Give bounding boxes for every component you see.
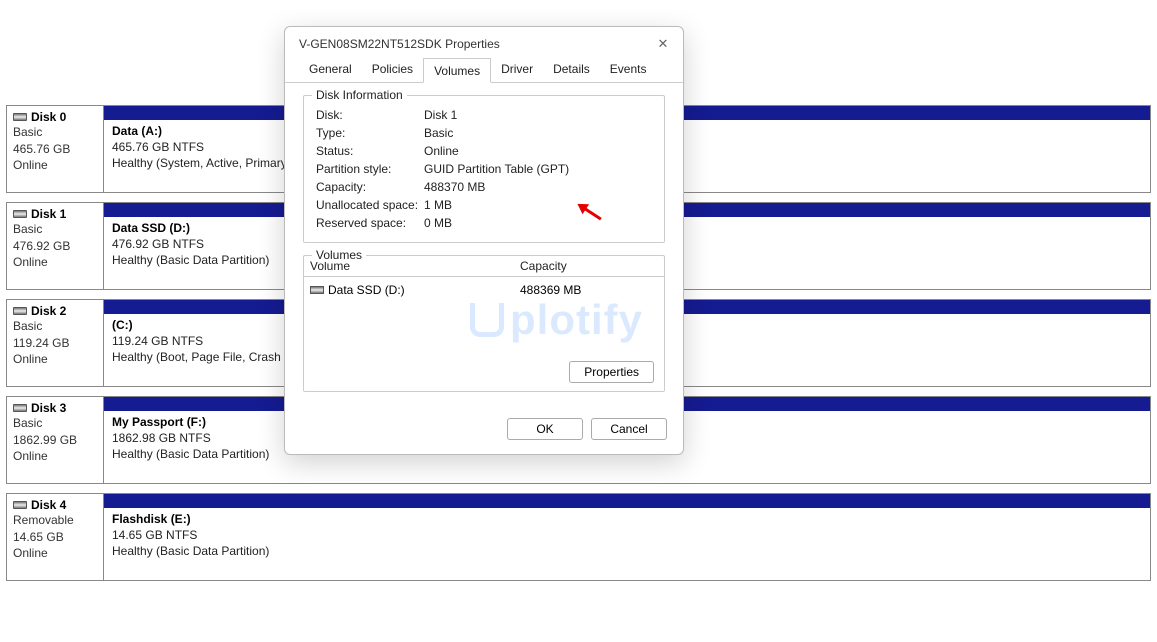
volume-name: Flashdisk (E:) xyxy=(112,512,1142,526)
disk-icon xyxy=(13,501,27,509)
disk-summary[interactable]: Disk 0Basic465.76 GBOnline xyxy=(7,106,103,192)
tab-driver[interactable]: Driver xyxy=(491,57,543,82)
dialog-tabs: GeneralPoliciesVolumesDriverDetailsEvent… xyxy=(285,57,683,83)
disk-information-group: Disk Information Disk:Disk 1Type:BasicSt… xyxy=(303,95,665,243)
info-label: Capacity: xyxy=(316,180,424,194)
disk-name: Disk 0 xyxy=(31,110,66,124)
disk-state: Online xyxy=(13,352,97,368)
ok-button[interactable]: OK xyxy=(507,418,583,440)
info-row: Capacity:488370 MB xyxy=(316,178,652,196)
dialog-titlebar[interactable]: V-GEN08SM22NT512SDK Properties ✕ xyxy=(285,27,683,57)
info-row: Type:Basic xyxy=(316,124,652,142)
disk-type: Removable xyxy=(13,513,97,529)
info-value: GUID Partition Table (GPT) xyxy=(424,162,652,176)
disk-summary[interactable]: Disk 3Basic1862.99 GBOnline xyxy=(7,397,103,483)
disk-icon xyxy=(13,404,27,412)
disk-summary[interactable]: Disk 1Basic476.92 GBOnline xyxy=(7,203,103,289)
properties-dialog: V-GEN08SM22NT512SDK Properties ✕ General… xyxy=(284,26,684,455)
disk-icon xyxy=(13,210,27,218)
info-value: Basic xyxy=(424,126,652,140)
volume-size: 14.65 GB NTFS xyxy=(112,528,1142,542)
volume-stripe xyxy=(104,494,1150,508)
tab-events[interactable]: Events xyxy=(600,57,657,82)
disk-icon xyxy=(13,307,27,315)
disk-size: 119.24 GB xyxy=(13,336,97,352)
group-label: Disk Information xyxy=(312,88,407,102)
info-label: Reserved space: xyxy=(316,216,424,230)
disk-size: 476.92 GB xyxy=(13,239,97,255)
disk-state: Online xyxy=(13,158,97,174)
tab-details[interactable]: Details xyxy=(543,57,600,82)
info-value: Disk 1 xyxy=(424,108,652,122)
info-label: Type: xyxy=(316,126,424,140)
info-row: Partition style:GUID Partition Table (GP… xyxy=(316,160,652,178)
disk-summary[interactable]: Disk 2Basic119.24 GBOnline xyxy=(7,300,103,386)
disk-state: Online xyxy=(13,449,97,465)
disk-type: Basic xyxy=(13,319,97,335)
volume-properties-button[interactable]: Properties xyxy=(569,361,654,383)
cancel-button[interactable]: Cancel xyxy=(591,418,667,440)
disk-name: Disk 4 xyxy=(31,498,66,512)
volume-status: Healthy (Basic Data Partition) xyxy=(112,544,1142,558)
disk-summary[interactable]: Disk 4Removable14.65 GBOnline xyxy=(7,494,103,580)
disk-name: Disk 3 xyxy=(31,401,66,415)
info-label: Status: xyxy=(316,144,424,158)
info-row: Unallocated space:1 MB xyxy=(316,196,652,214)
dialog-footer: OK Cancel xyxy=(285,410,683,454)
info-value: 0 MB xyxy=(424,216,652,230)
capacity-col-header: Capacity xyxy=(520,259,658,273)
info-value: Online xyxy=(424,144,652,158)
volume-name: Data SSD (D:) xyxy=(328,283,405,297)
disk-size: 1862.99 GB xyxy=(13,433,97,449)
info-value: 1 MB xyxy=(424,198,652,212)
volume-capacity: 488369 MB xyxy=(520,283,658,297)
close-icon[interactable]: ✕ xyxy=(657,38,669,50)
info-label: Unallocated space: xyxy=(316,198,424,212)
disk-size: 14.65 GB xyxy=(13,530,97,546)
group-label: Volumes xyxy=(312,248,366,262)
disk-state: Online xyxy=(13,255,97,271)
info-row: Status:Online xyxy=(316,142,652,160)
info-label: Partition style: xyxy=(316,162,424,176)
disk-row[interactable]: Disk 4Removable14.65 GBOnlineFlashdisk (… xyxy=(6,493,1151,581)
volume-list-row[interactable]: Data SSD (D:) 488369 MB xyxy=(310,281,658,299)
dialog-title: V-GEN08SM22NT512SDK Properties xyxy=(299,37,657,51)
info-value: 488370 MB xyxy=(424,180,652,194)
disk-volume-area[interactable]: Flashdisk (E:) 14.65 GB NTFS Healthy (Basi… xyxy=(103,494,1150,580)
info-row: Disk:Disk 1 xyxy=(316,106,652,124)
disk-state: Online xyxy=(13,546,97,562)
volumes-group: Volumes Volume Capacity Data SSD (D:)488… xyxy=(303,255,665,392)
tab-general[interactable]: General xyxy=(299,57,362,82)
info-label: Disk: xyxy=(316,108,424,122)
disk-type: Basic xyxy=(13,222,97,238)
disk-icon xyxy=(13,113,27,121)
disk-name: Disk 2 xyxy=(31,304,66,318)
disk-name: Disk 1 xyxy=(31,207,66,221)
disk-type: Basic xyxy=(13,125,97,141)
info-row: Reserved space:0 MB xyxy=(316,214,652,232)
tab-policies[interactable]: Policies xyxy=(362,57,423,82)
tab-volumes[interactable]: Volumes xyxy=(423,58,491,83)
disk-type: Basic xyxy=(13,416,97,432)
disk-icon xyxy=(310,286,324,294)
disk-size: 465.76 GB xyxy=(13,142,97,158)
